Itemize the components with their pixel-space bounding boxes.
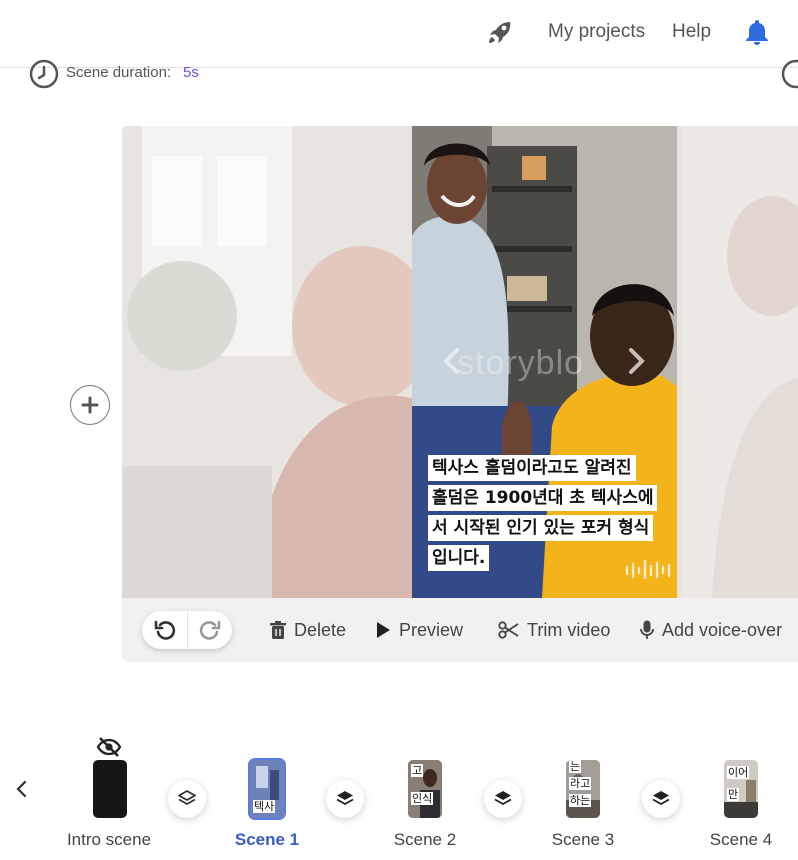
scene-thumbnail[interactable]: 고 인식 <box>408 760 442 818</box>
scene-label: Scene 3 <box>551 830 615 849</box>
scene-label: Scene 2 <box>393 830 457 849</box>
trim-video-label: Trim video <box>527 619 611 640</box>
nav-my-projects[interactable]: My projects <box>548 21 645 43</box>
scene-thumbnail[interactable]: 텍사 <box>248 758 286 820</box>
thumbnail-subtitle: 이어 <box>727 766 750 779</box>
scene-label: Intro scene <box>66 830 152 849</box>
chevron-left-icon[interactable] <box>12 778 32 800</box>
rocket-icon[interactable] <box>486 18 514 46</box>
undo-redo-group <box>142 611 232 649</box>
top-navigation-bar: My projects Help <box>0 0 798 68</box>
subtitle-overlay[interactable]: 텍사스 홀덤이라고도 알려진 홀덤은 1900년대 초 텍사스에 서 시작된 인… <box>428 455 678 575</box>
transition-layers-button[interactable] <box>642 780 680 818</box>
preview-button[interactable]: Preview <box>376 617 463 643</box>
scissors-icon <box>498 621 519 639</box>
thumbnail-subtitle: 는 <box>569 760 582 773</box>
delete-button[interactable]: Delete <box>270 617 346 643</box>
eye-slash-icon[interactable] <box>96 736 122 758</box>
scene-label: Scene 4 <box>709 830 773 849</box>
clock-icon <box>29 59 59 89</box>
undo-button[interactable] <box>142 611 187 649</box>
layers-icon <box>178 790 196 805</box>
scene-duration-value[interactable]: 5s <box>183 64 199 81</box>
thumbnail-subtitle: 하는 <box>569 794 592 807</box>
scene-toolbar: Delete Preview Trim video Add voice-over <box>122 598 798 662</box>
scene-card-3[interactable]: 는 라고 하는 Scene 3 <box>523 760 643 856</box>
thumbnail-subtitle: 라고 <box>569 777 592 790</box>
transition-layers-button[interactable] <box>484 780 522 818</box>
scene-card-1[interactable]: 텍사 Scene 1 <box>207 758 327 856</box>
redo-button[interactable] <box>187 611 232 649</box>
subtitle-line: 서 시작된 인기 있는 포커 형식 <box>428 515 654 541</box>
nav-help[interactable]: Help <box>672 21 711 43</box>
scene-duration-label: Scene duration: <box>66 64 172 81</box>
subtitle-line: 홀덤은 1900년대 초 텍사스에 <box>428 485 658 511</box>
video-canvas[interactable]: storyblo 텍사스 홀덤이라고도 알려진 홀덤은 1900년대 초 텍사스… <box>122 126 798 598</box>
trim-video-button[interactable]: Trim video <box>498 617 610 643</box>
thumbnail-subtitle: 만 <box>727 788 740 801</box>
add-scene-button[interactable] <box>70 385 110 425</box>
scene-thumbnail[interactable]: 는 라고 하는 <box>566 760 600 818</box>
watermark-text: storyblo <box>457 344 585 382</box>
audio-waveform-icon <box>625 559 671 580</box>
transition-layers-button[interactable] <box>168 780 206 818</box>
scene-card-4[interactable]: 이어 만 Scene 4 <box>681 760 798 856</box>
bell-icon[interactable] <box>744 18 770 46</box>
play-icon <box>377 622 390 638</box>
plus-icon <box>81 396 99 414</box>
thumbnail-subtitle: 고 <box>411 764 424 777</box>
clock-icon <box>781 59 798 89</box>
scene-editor: storyblo 텍사스 홀덤이라고도 알려진 홀덤은 1900년대 초 텍사스… <box>122 126 798 662</box>
add-voice-over-label: Add voice-over <box>662 619 783 640</box>
microphone-icon <box>640 620 654 639</box>
delete-label: Delete <box>294 619 347 640</box>
preview-label: Preview <box>399 619 464 640</box>
scene-thumbnail[interactable]: 이어 만 <box>724 760 758 818</box>
scene-card-intro[interactable]: Intro scene <box>49 760 169 856</box>
layers-icon <box>652 791 670 805</box>
add-voice-over-button[interactable]: Add voice-over <box>640 617 782 643</box>
layers-icon <box>494 791 512 805</box>
transition-layers-button[interactable] <box>326 780 364 818</box>
editor-page: My projects Help Scene duration: 5s stor… <box>0 0 798 860</box>
subtitle-line: 텍사스 홀덤이라고도 알려진 <box>428 455 636 481</box>
trash-icon <box>270 621 286 639</box>
subtitle-line: 입니다. <box>428 545 490 571</box>
undo-icon <box>154 620 175 640</box>
thumbnail-subtitle: 인식 <box>411 792 434 805</box>
scene-card-2[interactable]: 고 인식 Scene 2 <box>365 760 485 856</box>
thumbnail-subtitle: 텍사 <box>253 800 276 813</box>
chevron-right-icon[interactable] <box>624 346 648 376</box>
redo-icon <box>199 620 221 640</box>
scene-thumbnail[interactable] <box>93 760 127 818</box>
scene-timeline-strip: Intro scene 텍사 Scene 1 고 인식 Scene 2 는 라고… <box>0 730 798 860</box>
layers-icon <box>336 791 354 805</box>
chevron-left-icon[interactable] <box>440 346 464 376</box>
scene-label: Scene 1 <box>234 830 300 849</box>
